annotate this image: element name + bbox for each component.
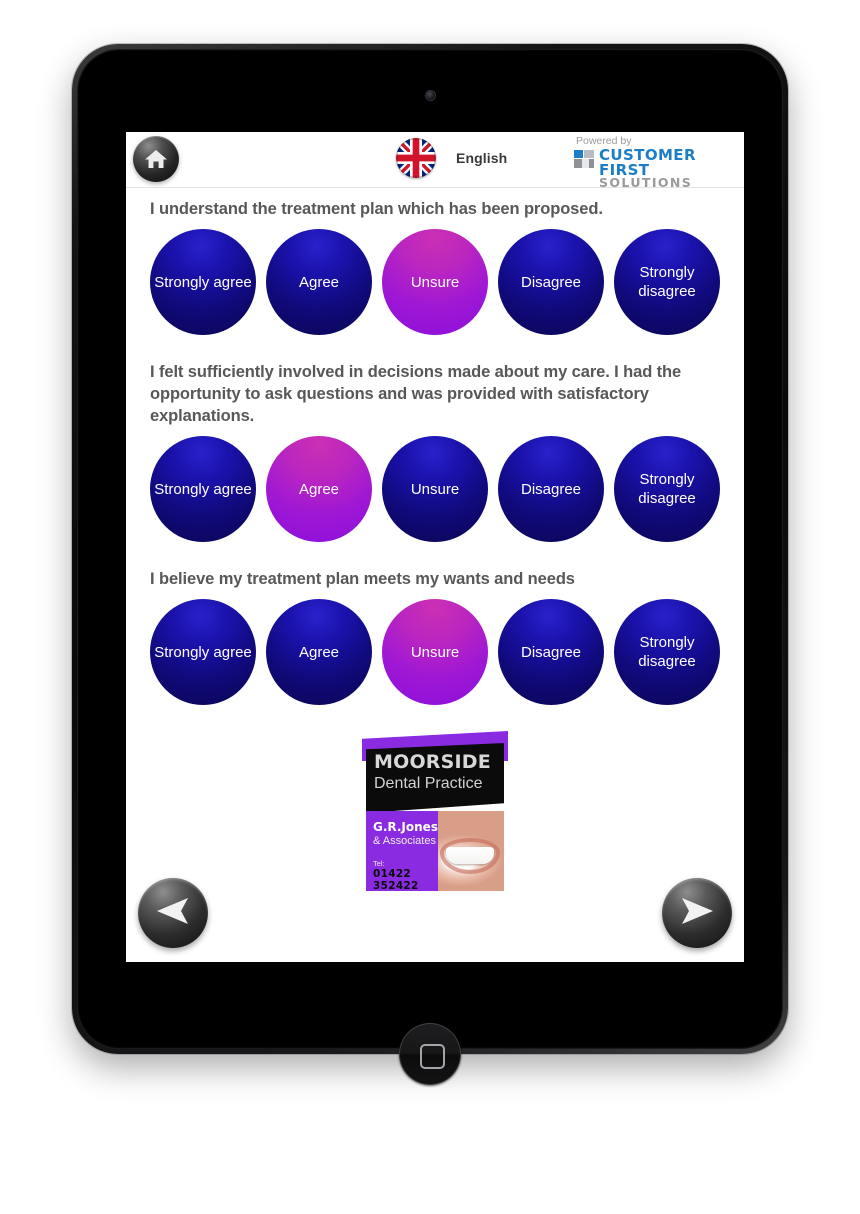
option-disagree-3[interactable]: Disagree	[498, 599, 604, 705]
language-label[interactable]: English	[456, 150, 507, 166]
smile-photo	[438, 811, 504, 891]
option-agree-1[interactable]: Agree	[266, 229, 372, 335]
option-unsure-3[interactable]: Unsure	[382, 599, 488, 705]
option-agree-3[interactable]: Agree	[266, 599, 372, 705]
next-page-button[interactable]	[662, 878, 732, 948]
advert-practice-panel: MOORSIDE Dental Practice	[366, 743, 504, 813]
advert-tel-label: Tel:	[373, 859, 385, 868]
option-agree-2[interactable]: Agree	[266, 436, 372, 542]
answer-options-1: Strongly agree Agree Unsure Disagree Str…	[150, 229, 720, 335]
arrow-right-icon	[678, 896, 716, 931]
question-text-2: I felt sufficiently involved in decision…	[150, 363, 682, 425]
arrow-left-icon	[154, 896, 192, 931]
option-strongly-agree-3[interactable]: Strongly agree	[150, 599, 256, 705]
device-home-button[interactable]	[399, 1023, 461, 1085]
advert-practice-name: MOORSIDE	[374, 751, 491, 773]
question-text-1: I understand the treatment plan which ha…	[150, 200, 603, 218]
option-unsure-2[interactable]: Unsure	[382, 436, 488, 542]
home-button[interactable]	[133, 136, 179, 182]
question-text-3: I believe my treatment plan meets my wan…	[150, 570, 575, 588]
brand-logo: Powered by CUSTOMER FIRST SOLUTIONS	[574, 135, 742, 190]
answer-options-3: Strongly agree Agree Unsure Disagree Str…	[150, 599, 720, 705]
advert-company-name: G.R.Jones	[373, 820, 438, 834]
advert-associates: & Associates	[373, 835, 436, 847]
question-block-1: I understand the treatment plan which ha…	[150, 198, 720, 335]
app-header: English Powered by CUSTOMER FIRST SOLUTI…	[126, 132, 744, 190]
home-icon	[143, 147, 169, 171]
advert-tel-number: 01422 352422	[373, 868, 419, 891]
teeth-shape	[446, 847, 494, 864]
front-camera-icon	[425, 91, 435, 100]
survey-content: I understand the treatment plan which ha…	[126, 188, 744, 891]
brand-name-secondary: SOLUTIONS	[599, 175, 693, 190]
uk-flag-icon[interactable]	[396, 138, 436, 178]
customer-first-mark-icon	[574, 149, 595, 175]
option-strongly-agree-1[interactable]: Strongly agree	[150, 229, 256, 335]
option-disagree-2[interactable]: Disagree	[498, 436, 604, 542]
tablet-bezel: English Powered by CUSTOMER FIRST SOLUTI…	[77, 49, 783, 1085]
option-strongly-disagree-2[interactable]: Strongly disagree	[614, 436, 720, 542]
option-unsure-1[interactable]: Unsure	[382, 229, 488, 335]
tablet-screen: English Powered by CUSTOMER FIRST SOLUTI…	[126, 132, 744, 962]
advert-container: MOORSIDE Dental Practice G.R.Jones & Ass…	[150, 731, 720, 891]
option-disagree-1[interactable]: Disagree	[498, 229, 604, 335]
previous-page-button[interactable]	[138, 878, 208, 948]
option-strongly-disagree-3[interactable]: Strongly disagree	[614, 599, 720, 705]
advert-practice-type: Dental Practice	[374, 775, 483, 792]
question-block-3: I believe my treatment plan meets my wan…	[150, 568, 720, 705]
advert-contact-panel: G.R.Jones & Associates Tel: 01422 352422	[366, 811, 504, 891]
advert-text-group: G.R.Jones & Associates Tel: 01422 352422	[373, 820, 445, 891]
brand-name-primary: CUSTOMER FIRST	[599, 146, 696, 179]
tablet-device: English Powered by CUSTOMER FIRST SOLUTI…	[72, 44, 788, 1085]
option-strongly-agree-2[interactable]: Strongly agree	[150, 436, 256, 542]
question-block-2: I felt sufficiently involved in decision…	[150, 361, 720, 542]
answer-options-2: Strongly agree Agree Unsure Disagree Str…	[150, 436, 720, 542]
option-strongly-disagree-1[interactable]: Strongly disagree	[614, 229, 720, 335]
advert-banner[interactable]: MOORSIDE Dental Practice G.R.Jones & Ass…	[362, 731, 508, 891]
